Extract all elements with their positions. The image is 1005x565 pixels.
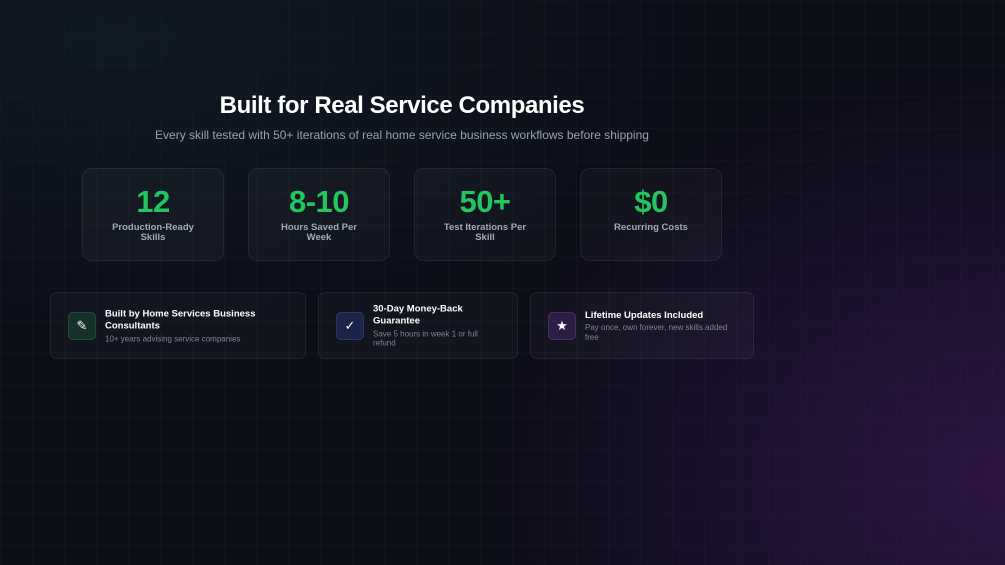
stat-value: $0: [634, 184, 668, 219]
section-subtitle: Every skill tested with 50+ iterations o…: [155, 128, 649, 142]
stat-card-hours: 8-10 Hours Saved Per Week: [248, 168, 390, 261]
stat-value: 8-10: [288, 184, 350, 219]
feature-description: Save 5 hours in week 1 or full refund: [373, 329, 478, 348]
pencil-icon: ✎: [68, 312, 96, 340]
feature-description: 10+ years advising service companies: [105, 333, 241, 343]
star-icon: ★: [548, 312, 576, 340]
stat-value: 50+: [459, 184, 511, 219]
stat-card-costs: $0 Recurring Costs: [580, 168, 722, 261]
stat-label: Recurring Costs: [614, 222, 688, 233]
stat-card-skills: 12 Production-Ready Skills: [82, 168, 224, 261]
feature-card-updates: ★ Lifetime Updates Included Pay once, ow…: [530, 292, 754, 359]
feature-title: Built by Home Services Business Consulta…: [105, 307, 256, 332]
trust-section: Built for Real Service Companies Every s…: [0, 0, 1005, 565]
stat-label: Hours Saved Per Week: [280, 222, 358, 243]
feature-card-guarantee: ✓ 30-Day Money-Back Guarantee Save 5 hou…: [318, 292, 518, 359]
stat-label: Test Iterations Per Skill: [443, 222, 527, 243]
feature-title: 30-Day Money-Back Guarantee: [373, 303, 463, 327]
stat-card-iterations: 50+ Test Iterations Per Skill: [414, 168, 556, 261]
stat-label: Production-Ready Skills: [112, 222, 194, 243]
section-title: Built for Real Service Companies: [219, 92, 585, 119]
feature-description: Pay once, own forever, new skills added …: [585, 322, 728, 342]
feature-title: Lifetime Updates Included: [585, 309, 704, 321]
checkmark-icon: ✓: [336, 312, 364, 340]
stat-value: 12: [136, 184, 170, 219]
feature-card-consultants: ✎ Built by Home Services Business Consul…: [50, 292, 306, 359]
